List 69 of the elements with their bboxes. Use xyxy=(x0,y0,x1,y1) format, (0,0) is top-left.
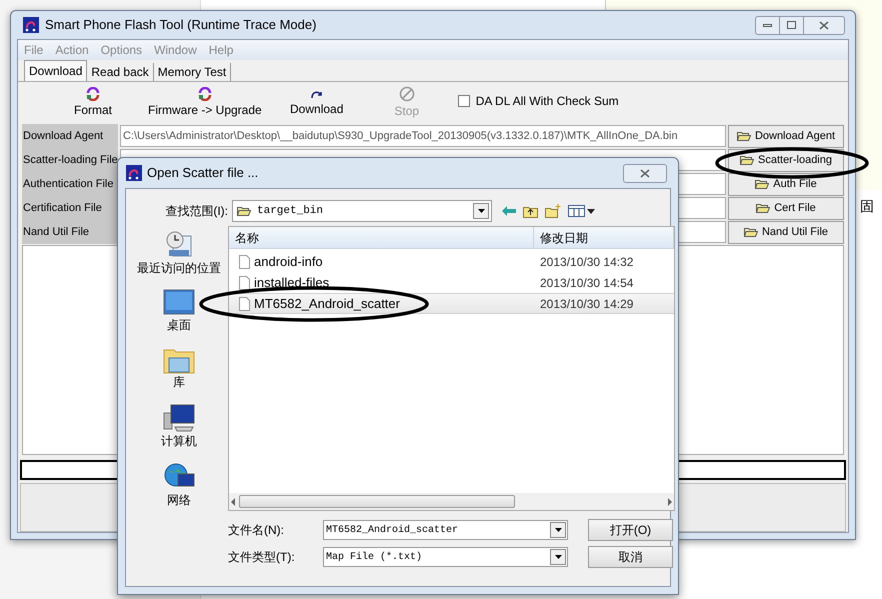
window-title: Smart Phone Flash Tool (Runtime Trace Mode) xyxy=(45,16,316,34)
folder-icon xyxy=(736,131,751,141)
cancel-button[interactable]: 取消 xyxy=(588,546,673,568)
scrollbar-thumb[interactable] xyxy=(239,495,515,508)
field-label: Scatter-loading File xyxy=(22,152,118,168)
look-in-label: 查找范围(I): xyxy=(164,203,229,220)
folder-icon xyxy=(237,206,251,216)
file-row[interactable]: android-info 2013/10/30 14:32 xyxy=(229,251,674,272)
file-row[interactable]: installed-files 2013/10/30 14:54 xyxy=(229,272,674,293)
caret-icon xyxy=(554,528,562,532)
folder-icon xyxy=(756,203,770,213)
look-in-dropdown[interactable]: target_bin xyxy=(232,200,492,222)
stop-icon xyxy=(398,86,415,102)
place-shortcut[interactable]: 桌面 xyxy=(130,289,228,332)
tab[interactable]: Download xyxy=(24,60,88,81)
field-label: Authentication File xyxy=(22,176,114,192)
file-row[interactable]: MT6582_Android_scatter 2013/10/30 14:29 xyxy=(229,293,674,314)
arrows-cycle-icon xyxy=(198,87,212,101)
app-logo-icon xyxy=(23,17,39,33)
path-field[interactable]: C:\Users\Administrator\Desktop\__baidutup\S930_UpgradeTool_20130905(v3.1332.0.187)\MTK_AllInOne_DA.bin xyxy=(120,125,726,147)
browse-button[interactable]: Download Agent xyxy=(728,124,844,148)
file-type-label: 文件类型(T): xyxy=(228,549,296,566)
close-icon xyxy=(640,168,650,178)
column-header[interactable]: 名称 xyxy=(229,227,534,248)
folder-icon xyxy=(740,155,754,165)
desktop-icon xyxy=(163,289,195,317)
scroll-left-icon[interactable] xyxy=(231,498,235,506)
scroll-right-icon[interactable] xyxy=(668,498,672,506)
toolbar-button[interactable]: Firmware -> Upgrade xyxy=(138,87,272,119)
close-button[interactable] xyxy=(623,164,667,182)
toolbar-button[interactable]: Download xyxy=(272,88,362,118)
folder-icon xyxy=(755,179,770,189)
dropdown-arrow-button[interactable] xyxy=(473,203,489,219)
place-shortcut[interactable]: 网络 xyxy=(130,462,228,507)
checkbox[interactable]: DA DL All With Check Sum xyxy=(458,92,619,110)
folder-icon xyxy=(744,227,758,237)
document-icon xyxy=(239,276,250,290)
back-arrow-icon[interactable] xyxy=(502,206,516,216)
browse-button[interactable]: Nand Util File xyxy=(728,220,844,244)
caret-icon xyxy=(478,209,484,213)
up-folder-icon[interactable] xyxy=(523,204,538,218)
tab[interactable]: Memory Test xyxy=(154,63,232,81)
dropdown-arrow-button[interactable] xyxy=(550,549,566,565)
close-icon xyxy=(819,20,829,30)
field-label: Nand Util File xyxy=(22,224,90,240)
caret-icon xyxy=(554,555,562,559)
view-menu-icon[interactable] xyxy=(568,205,596,217)
page-text: 固 xyxy=(860,197,874,216)
place-shortcut[interactable]: 最近访问的位置 xyxy=(130,228,228,275)
dialog-title: Open Scatter file ... xyxy=(147,164,258,182)
file-type-dropdown[interactable]: Map File (*.txt) xyxy=(323,547,568,567)
file-name-field[interactable]: MT6582_Android_scatter xyxy=(323,520,568,540)
place-shortcut[interactable]: 库 xyxy=(130,346,228,389)
document-icon xyxy=(239,296,250,310)
toolbar-button[interactable]: Format xyxy=(48,87,138,119)
column-header[interactable]: 修改日期 xyxy=(534,227,674,248)
arrows-cycle-icon xyxy=(86,87,100,101)
open-button[interactable]: 打开(O) xyxy=(588,519,673,541)
dropdown-arrow-button[interactable] xyxy=(550,522,566,538)
field-label: Certification File xyxy=(22,200,103,216)
document-icon xyxy=(239,254,250,268)
browse-button[interactable]: Cert File xyxy=(728,196,844,220)
app-logo-icon xyxy=(126,165,142,181)
place-shortcut[interactable]: 计算机 xyxy=(130,403,228,448)
field-label: Download Agent xyxy=(22,128,104,144)
new-folder-icon[interactable] xyxy=(545,204,561,218)
file-name-label: 文件名(N): xyxy=(228,522,285,539)
tab[interactable]: Read back xyxy=(87,63,154,81)
computer-icon xyxy=(163,403,195,433)
